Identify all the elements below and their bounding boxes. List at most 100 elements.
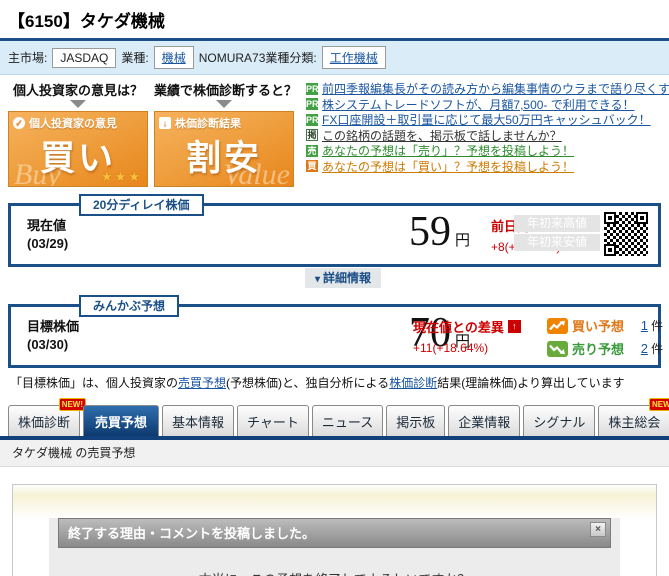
year-range-buttons: 年初来高値 年初来安値 <box>514 215 600 253</box>
price-row-date: (03/29) <box>27 236 69 251</box>
detail-link-label: 詳細情報 <box>323 271 372 285</box>
diagnosis-value: 割安 <box>185 139 262 178</box>
pr-link[interactable]: 株システムトレードソフトが、月額7,500- で利用できる！ <box>322 96 635 113</box>
sell-icon: 売 <box>306 144 318 157</box>
tab-chart[interactable]: チャート <box>237 405 309 436</box>
pr-icon: PR <box>306 82 319 95</box>
buy-count-unit: 件 <box>650 319 663 333</box>
target-price-note: 「目標株価」は、個人投資家の売買予想(予想株価)と、独自分析による株価診断結果(… <box>10 374 659 391</box>
buy-post-link-row: 買 あなたの予想は「買い」？予想を投稿しよう！ <box>306 159 669 175</box>
opinion-question: 個人投資家の意見は？ <box>12 83 143 98</box>
page: 【6150】タケダ機械 主市場: JASDAQ 業種: 機械 NOMURA73業… <box>0 0 669 576</box>
tab-price-diagnosis[interactable]: 株価診断 NEW! <box>8 398 87 436</box>
star-rating-icon: ★★★ <box>101 169 142 184</box>
down-triangle-icon <box>70 100 86 108</box>
detail-info-link[interactable]: ▾ 詳細情報 <box>305 268 382 288</box>
nomura-link[interactable]: 工作機械 <box>321 46 386 69</box>
promo-section: 個人投資家の意見は？ 業績で株価診断すると？ ✓ 個人投資家の意見 買い Buy… <box>0 75 669 187</box>
buy-trend-icon <box>547 317 568 334</box>
price-difference: 現在値との差異 ↑ +11(+18.64%) <box>413 317 521 355</box>
dialog-question: 本当に、この予想を終了してよろしいですか？ <box>49 569 620 576</box>
sell-forecast-label: 売り予想 <box>572 342 625 357</box>
dialog-title: 終了する理由・コメントを投稿しました。 <box>68 526 316 541</box>
pr-link-row: PR FX口座開設＋取引量に応じて最大50万円キャッシュバック！ <box>306 112 669 128</box>
buy-forecast-row: 買い予想 1 件 <box>547 314 663 337</box>
minkabu-forecast-box: みんかぶ予想 目標株価 (03/30) 70 円 現在値との差異 ↑ +11(+1… <box>8 295 663 368</box>
sell-count-link[interactable]: 2 <box>641 341 648 356</box>
ytd-low-button[interactable]: 年初来安値 <box>514 234 600 251</box>
tab-trade-forecast[interactable]: 売買予想 <box>83 405 160 436</box>
diff-label: 現在値との差異 <box>413 320 504 335</box>
banner-header-label: 個人投資家の意見 <box>29 118 117 130</box>
price-row-label: 現在値 <box>27 218 67 233</box>
breadcrumb-text: タケダ機械 の売買予想 <box>12 446 136 460</box>
dialog-header: 終了する理由・コメントを投稿しました。 × <box>58 518 611 548</box>
qr-finder-icon <box>604 212 616 224</box>
price-diagnosis-link[interactable]: 株価診断 <box>389 376 437 390</box>
down-arrow-icon: ↓ <box>159 117 171 129</box>
opinion-banners: 個人投資家の意見は？ 業績で株価診断すると？ ✓ 個人投資家の意見 買い Buy… <box>8 80 298 187</box>
price-unit: 円 <box>455 232 471 249</box>
diagnosis-question: 業績で株価診断すると？ <box>154 83 298 98</box>
forecast-counts: 買い予想 1 件 売り予想 2 件 <box>547 314 663 360</box>
tab-board[interactable]: 掲示板 <box>386 405 446 436</box>
sell-trend-icon <box>547 340 568 357</box>
delayed-price-box: 20分ディレイ株価 現在値 (03/29) 59円 前日比 ↑ +8(+15.6… <box>8 194 661 267</box>
pr-link-list: PR 前四季報編集長がその読み方から編集事情のウラまで語り尽くす！ PR 株シス… <box>294 80 669 187</box>
close-icon[interactable]: × <box>590 522 606 537</box>
nomura-label: NOMURA73業種分類: <box>198 51 317 65</box>
price-diagnosis-banner[interactable]: ↓ 株価診断結果 割安 Value <box>154 111 294 187</box>
target-price-label: 目標株価 (03/30) <box>27 318 79 354</box>
qr-code <box>604 212 648 256</box>
pr-link[interactable]: 前四季報編集長がその読み方から編集事情のウラまで語り尽くす！ <box>322 80 669 97</box>
trade-forecast-link[interactable]: 売買予想 <box>178 376 226 390</box>
buy-count-link[interactable]: 1 <box>641 318 648 333</box>
check-circle-icon: ✓ <box>13 117 25 129</box>
content-area: 終了する理由・コメントを投稿しました。 × 本当に、この予想を終了してよろしいで… <box>12 484 657 576</box>
pr-link-row: PR 前四季報編集長がその読み方から編集事情のウラまで語り尽くす！ <box>306 81 669 97</box>
tab-shareholder-meeting[interactable]: 株主総会NEW! <box>598 398 669 436</box>
tab-basic-info[interactable]: 基本情報 <box>162 405 235 436</box>
pr-link[interactable]: FX口座開設＋取引量に応じて最大50万円キャッシュバック！ <box>322 111 651 128</box>
current-price-value: 59 円 <box>409 208 470 256</box>
market-info-bar: 主市場: JASDAQ 業種: 機械 NOMURA73業種分類: 工作機械 <box>0 38 669 75</box>
pr-icon: PR <box>306 113 319 126</box>
board-icon: 掲 <box>306 129 318 142</box>
breadcrumb: タケダ機械 の売買予想 <box>0 440 669 467</box>
board-link[interactable]: この銘柄の話題を、掲示板で話しませんか？ <box>322 127 562 144</box>
note-text: 「目標株価」は、個人投資家の <box>10 376 179 390</box>
industry-label: 業種: <box>121 51 149 65</box>
pr-icon: PR <box>306 98 319 111</box>
sell-count-unit: 件 <box>650 342 663 356</box>
current-price-label: 現在値 (03/29) <box>27 217 68 253</box>
target-row-label: 目標株価 <box>27 319 80 334</box>
delayed-price-label: 20分ディレイ株価 <box>79 194 204 216</box>
tab-company-info[interactable]: 企業情報 <box>448 405 521 436</box>
buy-icon: 買 <box>306 160 318 173</box>
sell-forecast-row: 売り予想 2 件 <box>547 337 663 360</box>
up-arrow-icon: ↑ <box>507 320 521 333</box>
banner-header: ↓ 株価診断結果 <box>155 112 293 131</box>
diff-value: +11(+18.64%) <box>413 341 489 355</box>
note-text: (予想株価)と、独自分析による <box>226 376 390 390</box>
target-row-date: (03/30) <box>27 337 69 352</box>
banner-header: ✓ 個人投資家の意見 <box>9 112 147 131</box>
sell-post-link[interactable]: あなたの予想は「売り」？予想を投稿しよう！ <box>322 142 574 159</box>
board-link-row: 掲 この銘柄の話題を、掲示板で話しませんか？ <box>306 128 669 144</box>
sell-post-link-row: 売 あなたの予想は「売り」？予想を投稿しよう！ <box>306 143 669 159</box>
down-triangle-icon <box>216 100 232 108</box>
tab-news[interactable]: ニュース <box>311 405 384 436</box>
buy-post-link[interactable]: あなたの予想は「買い」？予想を投稿しよう！ <box>322 158 574 175</box>
tab-signal[interactable]: シグナル <box>523 405 596 436</box>
confirmation-dialog: 終了する理由・コメントを投稿しました。 × 本当に、この予想を終了してよろしいで… <box>49 518 620 576</box>
qr-finder-icon <box>604 244 616 256</box>
ytd-high-button[interactable]: 年初来高値 <box>514 215 600 232</box>
investor-opinion-banner[interactable]: ✓ 個人投資家の意見 買い Buy ★★★ <box>8 111 148 187</box>
industry-link[interactable]: 機械 <box>153 46 194 69</box>
banner-header-label: 株価診断結果 <box>175 118 241 130</box>
buy-forecast-label: 買い予想 <box>572 319 625 334</box>
pr-link-row: PR 株システムトレードソフトが、月額7,500- で利用できる！ <box>306 97 669 113</box>
page-title: 【6150】タケダ機械 <box>8 12 165 31</box>
note-text: 結果(理論株価)より算出しています <box>437 376 625 390</box>
tab-bar: 株価診断 NEW! 売買予想 基本情報 チャート ニュース 掲示板 企業情報 シグ… <box>0 398 669 436</box>
